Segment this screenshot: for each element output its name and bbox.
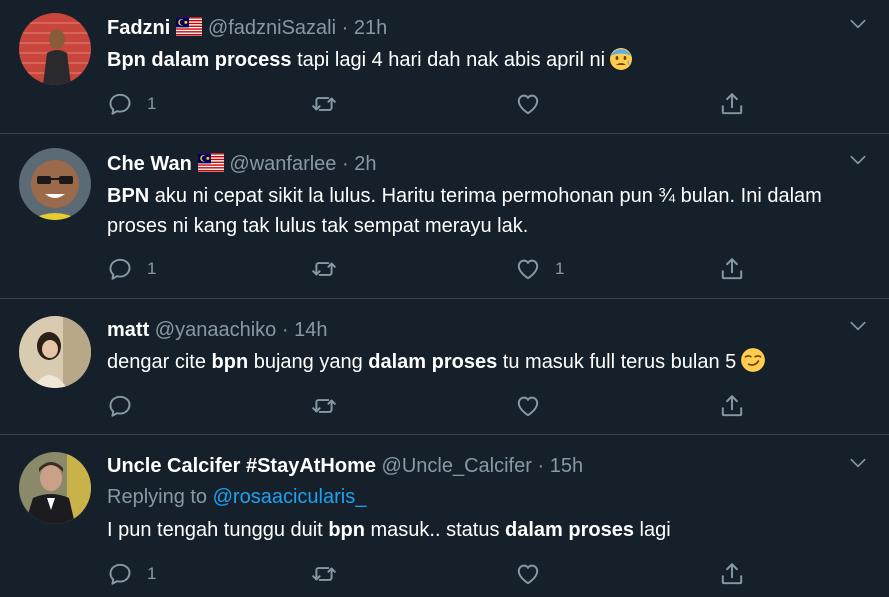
separator-dot: · — [281, 319, 289, 341]
tweet-text-span: aku ni cepat sikit la lulus. Haritu teri… — [107, 185, 822, 237]
retweet-button[interactable] — [311, 256, 351, 282]
share-icon — [719, 393, 745, 419]
timestamp[interactable]: 21h — [354, 17, 387, 39]
tweet-text-span: lagi — [633, 519, 671, 541]
like-button[interactable]: 1 — [515, 256, 575, 282]
share-button[interactable] — [719, 561, 747, 587]
like-icon — [515, 561, 541, 587]
tweet-actions: 1 — [107, 91, 747, 117]
like-icon — [515, 393, 541, 419]
timestamp[interactable]: 14h — [294, 319, 327, 341]
display-name[interactable]: Fadzni — [107, 17, 170, 39]
malaysia-flag-icon — [198, 153, 224, 172]
retweet-icon — [311, 393, 337, 419]
tweet-header: Che Wan @wanfarlee · 2h — [107, 152, 376, 176]
chevron-down-icon[interactable] — [848, 14, 868, 34]
tweet-text-span: bujang yang — [248, 351, 369, 373]
tweet-text-span: I pun tengah tunggu duit — [107, 519, 329, 541]
tweet-actions — [107, 393, 747, 419]
tweet[interactable]: Uncle Calcifer #StayAtHome @Uncle_Calcif… — [0, 435, 889, 597]
tweet[interactable]: Che Wan @wanfarlee · 2h BPN aku ni cepat… — [0, 134, 889, 298]
like-button[interactable] — [515, 393, 555, 419]
tweet-text-bold: dalam proses — [368, 351, 498, 373]
tweet-header: matt @yanaachiko · 14h — [107, 318, 327, 342]
malaysia-flag-icon — [176, 17, 202, 36]
separator-dot: · — [537, 455, 545, 477]
tweet-text: Bpn dalam process tapi lagi 4 hari dah n… — [107, 45, 857, 75]
share-icon — [719, 561, 745, 587]
reply-count: 1 — [147, 564, 157, 583]
tweet-text: dengar cite bpn bujang yang dalam proses… — [107, 347, 857, 377]
tweet-text-bold: bpn — [211, 351, 249, 373]
reply-icon — [107, 393, 133, 419]
display-name[interactable]: Che Wan — [107, 153, 192, 175]
chevron-down-icon[interactable] — [848, 150, 868, 170]
avatar[interactable] — [19, 452, 91, 524]
user-handle[interactable]: @yanaachiko — [155, 319, 276, 341]
retweet-button[interactable] — [311, 91, 351, 117]
like-button[interactable] — [515, 561, 555, 587]
avatar[interactable] — [19, 316, 91, 388]
tweet-text-span: tapi lagi 4 hari dah nak abis april ni — [291, 49, 606, 71]
retweet-icon — [311, 561, 337, 587]
share-button[interactable] — [719, 256, 747, 282]
display-name[interactable]: Uncle Calcifer #StayAtHome — [107, 455, 376, 477]
avatar[interactable] — [19, 13, 91, 85]
tweet[interactable]: Fadzni @fadzniSazali · 21h Bpn dalam pro… — [0, 0, 889, 133]
smirking-face-emoji — [741, 348, 766, 372]
reply-icon — [107, 256, 133, 282]
reply-icon — [107, 561, 133, 587]
replying-to-link[interactable]: @rosaacicularis_ — [213, 486, 367, 508]
tweet-text-span: dengar cite — [107, 351, 212, 373]
tweet-text-span: tu masuk full terus bulan 5 — [497, 351, 737, 373]
chevron-down-icon[interactable] — [848, 453, 868, 473]
tweet-text-bold: BPN — [107, 185, 150, 207]
retweet-icon — [311, 91, 337, 117]
share-button[interactable] — [719, 91, 747, 117]
like-button[interactable] — [515, 91, 555, 117]
reply-count: 1 — [147, 94, 157, 113]
tweet-actions: 1 — [107, 561, 747, 587]
tweet-text-bold: bpn — [328, 519, 365, 541]
share-icon — [719, 91, 745, 117]
tweet-text: BPN aku ni cepat sikit la lulus. Haritu … — [107, 181, 857, 241]
like-icon — [515, 256, 541, 282]
timestamp[interactable]: 2h — [354, 153, 376, 175]
replying-to: Replying to @rosaacicularis_ — [107, 486, 366, 509]
reply-count: 1 — [147, 259, 157, 278]
tweet-text-bold: dalam proses — [505, 519, 634, 541]
tweet[interactable]: matt @yanaachiko · 14h dengar cite bpn b… — [0, 299, 889, 434]
like-count: 1 — [555, 259, 565, 278]
like-icon — [515, 91, 541, 117]
timestamp[interactable]: 15h — [550, 455, 583, 477]
user-handle[interactable]: @fadzniSazali — [208, 17, 336, 39]
tweet-header: Uncle Calcifer #StayAtHome @Uncle_Calcif… — [107, 454, 583, 478]
chevron-down-icon[interactable] — [848, 316, 868, 336]
anxious-face-emoji — [610, 48, 633, 70]
user-handle[interactable]: @wanfarlee — [229, 153, 336, 175]
retweet-button[interactable] — [311, 393, 351, 419]
tweet-text-span: masuk.. status — [364, 519, 506, 541]
display-name[interactable]: matt — [107, 319, 149, 341]
tweet-text-bold: Bpn dalam process — [107, 49, 292, 71]
tweet-actions: 1 1 — [107, 256, 747, 282]
separator-dot: · — [341, 17, 349, 39]
retweet-button[interactable] — [311, 561, 351, 587]
reply-button[interactable] — [107, 393, 147, 419]
separator-dot: · — [341, 153, 349, 175]
share-button[interactable] — [719, 393, 747, 419]
tweet-header: Fadzni @fadzniSazali · 21h — [107, 16, 387, 40]
user-handle[interactable]: @Uncle_Calcifer — [382, 455, 532, 477]
reply-button[interactable]: 1 — [107, 256, 167, 282]
tweet-text: I pun tengah tunggu duit bpn masuk.. sta… — [107, 515, 857, 545]
reply-icon — [107, 91, 133, 117]
reply-button[interactable]: 1 — [107, 91, 167, 117]
share-icon — [719, 256, 745, 282]
retweet-icon — [311, 256, 337, 282]
avatar[interactable] — [19, 148, 91, 220]
replying-prefix: Replying to — [107, 486, 213, 508]
reply-button[interactable]: 1 — [107, 561, 167, 587]
timeline-feed: Fadzni @fadzniSazali · 21h Bpn dalam pro… — [0, 0, 889, 597]
